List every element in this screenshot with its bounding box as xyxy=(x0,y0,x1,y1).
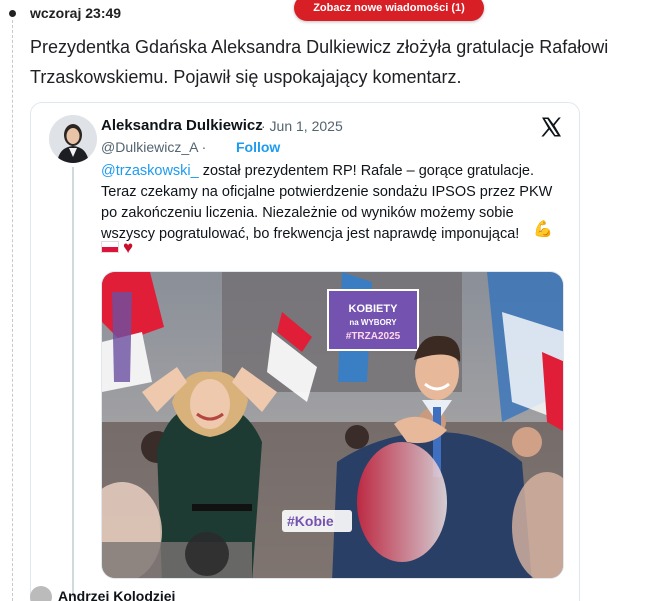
reply-author-name[interactable]: Andrzej Kolodziej xyxy=(58,588,175,601)
flexed-biceps-icon: 💪 xyxy=(533,221,553,238)
mention-link[interactable]: @trzaskowski_ xyxy=(101,163,199,179)
tweet-author-name[interactable]: Aleksandra Dulkiewicz xyxy=(101,117,263,134)
tweet-date[interactable]: · Jun 1, 2025 xyxy=(261,118,343,134)
bullet-dot-icon xyxy=(9,10,16,17)
emoji-row: ♥ xyxy=(101,237,133,257)
sign-text-2: na WYBORY xyxy=(349,318,397,327)
heart-icon: ♥ xyxy=(123,237,134,257)
sign-text-3: #TRZA2025 xyxy=(346,331,401,342)
tweet-text: @trzaskowski_ został prezydentem RP! Raf… xyxy=(101,161,561,245)
tweet-photo[interactable]: KOBIETY na WYBORY #TRZA2025 #Kobie xyxy=(101,271,564,579)
timeline-line xyxy=(12,20,13,601)
embedded-tweet[interactable]: Aleksandra Dulkiewicz · Jun 1, 2025 @Dul… xyxy=(30,102,580,601)
banner-text: #Kobie xyxy=(287,513,334,529)
poland-flag-icon xyxy=(101,241,119,253)
author-avatar[interactable] xyxy=(49,115,97,163)
sign-text-1: KOBIETY xyxy=(349,303,399,315)
post-headline: Prezydentka Gdańska Aleksandra Dulkiewic… xyxy=(30,37,609,87)
x-logo-icon[interactable] xyxy=(539,115,563,139)
reply-avatar[interactable] xyxy=(30,586,52,601)
thread-line xyxy=(72,167,74,597)
follow-button[interactable]: Follow xyxy=(236,139,280,155)
tweet-author-handle[interactable]: @Dulkiewicz_A · xyxy=(101,139,206,155)
post-timestamp: wczoraj 23:49 xyxy=(30,5,122,21)
new-messages-button[interactable]: Zobacz nowe wiadomości (1) xyxy=(294,0,484,21)
